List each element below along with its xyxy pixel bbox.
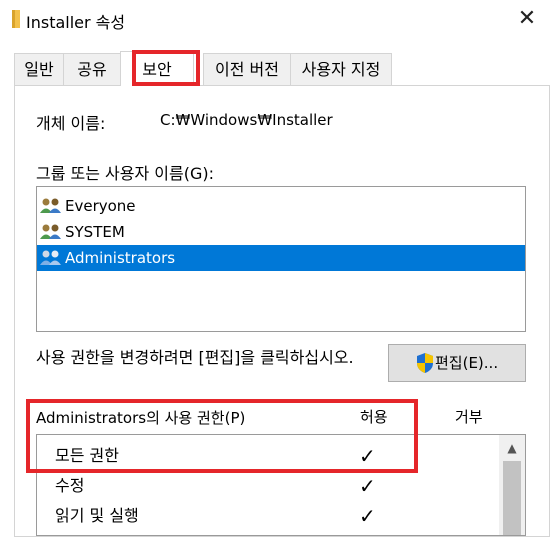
change-permissions-hint: 사용 권한을 변경하려면 [편집]을 클릭하십시오. bbox=[36, 348, 354, 367]
user-name: Everyone bbox=[65, 197, 136, 215]
permissions-highlight bbox=[26, 399, 418, 473]
object-name-label: 개체 이름: bbox=[36, 114, 106, 133]
close-button[interactable]: ✕ bbox=[504, 0, 550, 40]
permissions-scrollbar[interactable]: ▲ bbox=[499, 435, 525, 535]
user-name: Administrators bbox=[65, 249, 176, 267]
security-tab-highlight bbox=[132, 50, 200, 86]
tab-sharing[interactable]: 공유 bbox=[63, 53, 121, 86]
title-bar: Installer 속성 ✕ bbox=[0, 0, 550, 40]
user-name: SYSTEM bbox=[65, 223, 125, 241]
uac-shield-icon bbox=[417, 353, 433, 373]
allow-check: ✓ bbox=[359, 474, 376, 498]
users-icon bbox=[40, 198, 61, 213]
tab-previous-versions[interactable]: 이전 버전 bbox=[203, 53, 291, 86]
list-item-system[interactable]: SYSTEM bbox=[37, 219, 525, 245]
allow-check: ✓ bbox=[359, 504, 376, 528]
deny-header: 거부 bbox=[455, 408, 483, 426]
list-item-administrators[interactable]: Administrators bbox=[37, 245, 525, 271]
groups-label: 그룹 또는 사용자 이름(G): bbox=[36, 164, 215, 183]
scroll-up-arrow-icon[interactable]: ▲ bbox=[499, 435, 525, 461]
permission-row-modify: 수정 ✓ bbox=[37, 471, 497, 501]
edit-button[interactable]: 편집(E)... bbox=[388, 344, 526, 382]
permission-name: 수정 bbox=[55, 476, 85, 495]
users-icon bbox=[40, 224, 61, 239]
folder-icon bbox=[12, 10, 20, 28]
window-title: Installer 속성 bbox=[26, 13, 126, 32]
permission-row-read-execute: 읽기 및 실행 ✓ bbox=[37, 501, 497, 531]
tab-customize[interactable]: 사용자 지정 bbox=[290, 53, 392, 86]
users-list[interactable]: Everyone SYSTEM Administrators bbox=[36, 186, 526, 332]
object-name-value: C:₩Windows₩Installer bbox=[160, 111, 333, 129]
edit-button-label: 편집(E)... bbox=[435, 354, 499, 372]
list-item-everyone[interactable]: Everyone bbox=[37, 193, 525, 219]
users-icon bbox=[40, 250, 61, 265]
permission-name: 읽기 및 실행 bbox=[55, 506, 139, 525]
tab-general[interactable]: 일반 bbox=[14, 53, 64, 86]
